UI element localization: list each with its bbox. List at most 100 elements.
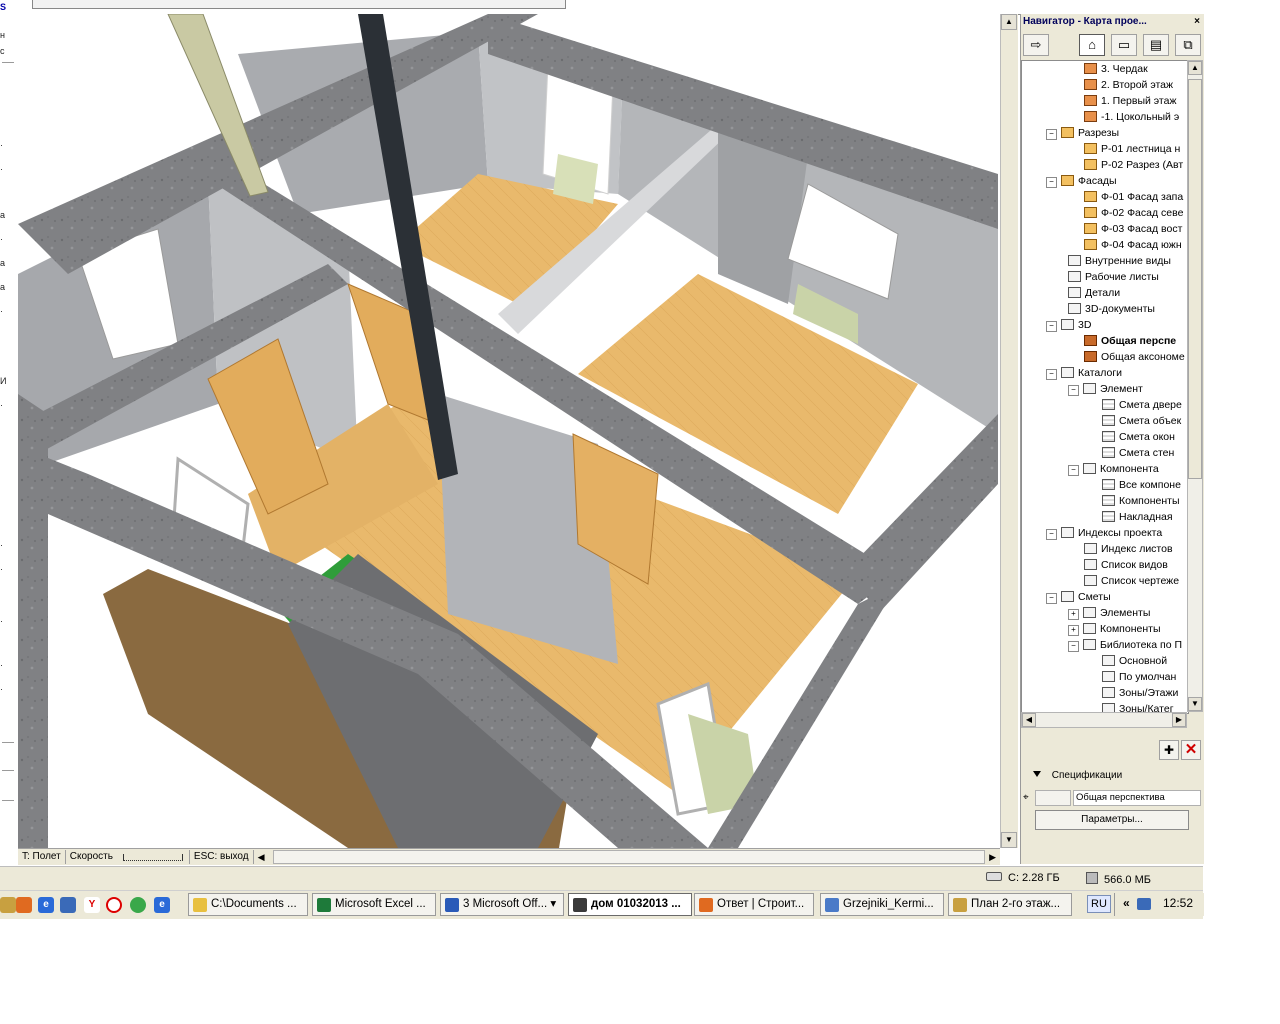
tree-item[interactable]: 3. Чердак	[1084, 61, 1148, 77]
tree-item[interactable]: 3D-документы	[1068, 301, 1155, 317]
navigator-title-bar[interactable]: Навигатор - Карта прое... ×	[1021, 14, 1204, 30]
tree-item[interactable]: − Фасады	[1046, 173, 1117, 189]
task-button[interactable]: Grzejniki_Kermi...	[820, 893, 944, 916]
tool-icon[interactable]: ·	[0, 540, 10, 550]
scroll-up-button[interactable]: ▲	[1188, 61, 1202, 75]
tree-item[interactable]: Р-01 лестница н	[1084, 141, 1180, 157]
tool-icon[interactable]: а	[0, 282, 10, 292]
close-icon[interactable]: ×	[1194, 14, 1200, 30]
task-button-active[interactable]: дом 01032013 ...	[568, 893, 692, 916]
collapse-icon[interactable]: −	[1046, 593, 1057, 604]
scroll-left-icon[interactable]: ◀	[254, 850, 269, 864]
collapse-icon[interactable]: −	[1046, 177, 1057, 188]
tree-item[interactable]: − Каталоги	[1046, 365, 1122, 381]
tree-item[interactable]: Смета объек	[1102, 413, 1181, 429]
tool-icon[interactable]: а	[0, 210, 10, 220]
tree-item[interactable]: Список видов	[1084, 557, 1168, 573]
tree-item[interactable]: Ф-02 Фасад севе	[1084, 205, 1183, 221]
tree-item[interactable]: Смета двере	[1102, 397, 1182, 413]
tree-item[interactable]: 2. Второй этаж	[1084, 77, 1173, 93]
language-indicator[interactable]: RU	[1087, 895, 1111, 913]
tool-icon[interactable]: ·	[0, 306, 10, 316]
tree-item[interactable]: Смета стен	[1102, 445, 1174, 461]
top-scrollbar[interactable]	[32, 0, 566, 9]
tool-icon[interactable]: а	[0, 258, 10, 268]
tool-icon[interactable]: ·	[0, 140, 10, 150]
tool-icon[interactable]: с	[0, 46, 10, 56]
publisher-button[interactable]: ⧉	[1175, 34, 1201, 56]
tool-icon[interactable]: ·	[0, 616, 10, 626]
tree-item[interactable]: − Элемент	[1068, 381, 1143, 397]
expand-icon[interactable]: +	[1068, 625, 1079, 636]
3d-model-render[interactable]	[18, 14, 1000, 848]
tree-item[interactable]: По умолчан	[1102, 669, 1176, 685]
scroll-down-button[interactable]: ▼	[1001, 832, 1017, 848]
task-button[interactable]: 3 Microsoft Off... ▾	[440, 893, 564, 916]
collapse-icon[interactable]: −	[1068, 641, 1079, 652]
collapse-icon[interactable]: −	[1046, 129, 1057, 140]
task-button[interactable]: Microsoft Excel ...	[312, 893, 436, 916]
tree-item[interactable]: Ф-03 Фасад вост	[1084, 221, 1182, 237]
internet-explorer-icon[interactable]: e	[154, 897, 170, 913]
task-button[interactable]: Ответ | Строит...	[694, 893, 814, 916]
network-icon[interactable]	[1137, 898, 1151, 910]
tree-item[interactable]: Компоненты	[1102, 493, 1180, 509]
project-map-tree[interactable]: 3. Чердак 2. Второй этаж 1. Первый этаж -1.…	[1021, 60, 1189, 714]
3d-viewport[interactable]	[18, 14, 1000, 848]
specifications-toggle[interactable]: Спецификации	[1033, 768, 1203, 784]
opera-icon[interactable]	[106, 897, 122, 913]
tree-item[interactable]: Общая аксономе	[1084, 349, 1185, 365]
collapse-icon[interactable]: −	[1046, 321, 1057, 332]
scroll-down-button[interactable]: ▼	[1188, 697, 1202, 711]
tool-icon[interactable]: ·	[0, 684, 10, 694]
tool-icon[interactable]: ·	[0, 164, 10, 174]
tree-item[interactable]: Все компоне	[1102, 477, 1181, 493]
tree-item[interactable]: Внутренние виды	[1068, 253, 1171, 269]
viewport-vertical-scrollbar[interactable]: ▲ ▼	[1000, 14, 1018, 848]
task-button[interactable]: C:\Documents ...	[188, 893, 308, 916]
delete-button[interactable]: ✕	[1181, 740, 1201, 760]
tree-vertical-scrollbar[interactable]: ▲ ▼	[1187, 60, 1203, 712]
tree-item[interactable]: − Сметы	[1046, 589, 1111, 605]
tool-icon[interactable]: ·	[0, 660, 10, 670]
desktop-icon[interactable]	[60, 897, 76, 913]
chrome-icon[interactable]	[130, 897, 146, 913]
scroll-thumb[interactable]	[1188, 79, 1202, 479]
open-view-button[interactable]: ⇨	[1023, 34, 1049, 56]
tree-item[interactable]: Зоны/Этажи	[1102, 685, 1178, 701]
tree-item[interactable]: Основной	[1102, 653, 1167, 669]
view-map-button[interactable]: ▭	[1111, 34, 1137, 56]
tree-item[interactable]: 1. Первый этаж	[1084, 93, 1177, 109]
layout-book-button[interactable]: ▤	[1143, 34, 1169, 56]
tool-icon[interactable]: И	[0, 376, 10, 386]
project-map-button[interactable]: ⌂	[1079, 34, 1105, 56]
scroll-left-button[interactable]: ◀	[1022, 713, 1036, 727]
tool-icon[interactable]: S	[0, 2, 10, 12]
tree-item[interactable]: Ф-04 Фасад южн	[1084, 237, 1182, 253]
tree-item[interactable]: − Библиотека по П	[1068, 637, 1182, 653]
collapse-icon[interactable]: −	[1068, 385, 1079, 396]
view-name-field[interactable]: Общая перспектива	[1073, 790, 1201, 806]
tree-horizontal-scrollbar[interactable]: ◀ ▶	[1021, 712, 1187, 728]
tree-item[interactable]: Накладная	[1102, 509, 1173, 525]
new-folder-button[interactable]: ✚	[1159, 740, 1179, 760]
yandex-icon[interactable]: Y	[84, 897, 100, 913]
collapse-icon[interactable]: −	[1068, 465, 1079, 476]
expand-icon[interactable]: +	[1068, 609, 1079, 620]
tool-icon[interactable]: ·	[0, 400, 10, 410]
app-quicklaunch-icon[interactable]	[0, 897, 16, 913]
task-button[interactable]: План 2-го этаж...	[948, 893, 1072, 916]
tree-item[interactable]: Общая перспе	[1084, 333, 1176, 349]
tool-icon[interactable]: ·	[0, 564, 10, 574]
speed-slider[interactable]	[122, 853, 183, 861]
tree-item[interactable]: Р-02 Разрез (Авт	[1084, 157, 1183, 173]
tree-item[interactable]: Индекс листов	[1084, 541, 1173, 557]
tree-item[interactable]: + Компоненты	[1068, 621, 1161, 637]
firefox-icon[interactable]	[16, 897, 32, 913]
scroll-right-icon[interactable]: ▶	[985, 850, 1000, 864]
tree-item[interactable]: Смета окон	[1102, 429, 1175, 445]
tree-item[interactable]: Рабочие листы	[1068, 269, 1159, 285]
horizontal-scrollbar[interactable]	[272, 850, 986, 864]
tree-item[interactable]: − Индексы проекта	[1046, 525, 1162, 541]
tree-item[interactable]: Детали	[1068, 285, 1120, 301]
